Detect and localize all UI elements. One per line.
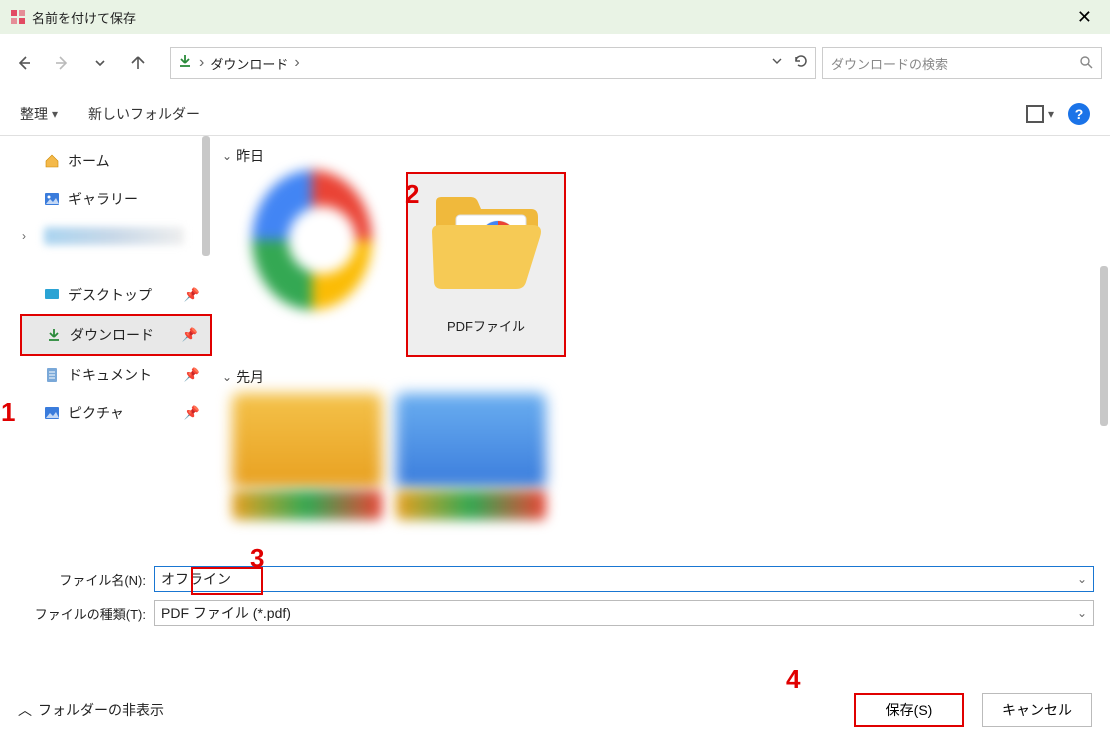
filename-input[interactable]: オフライン ⌄ — [154, 566, 1094, 592]
sidebar-item-documents[interactable]: ドキュメント 📌 — [20, 356, 212, 394]
new-folder-button[interactable]: 新しいフォルダー — [88, 104, 200, 124]
breadcrumb-sep: › — [199, 54, 204, 72]
organize-label: 整理 — [20, 104, 48, 124]
chevron-down-icon[interactable]: ⌄ — [1077, 606, 1087, 620]
filename-row: ファイル名(N): オフライン ⌄ — [0, 562, 1110, 596]
toolbar-row: 整理 ▾ 新しいフォルダー ▾ ? — [0, 92, 1110, 136]
pin-icon[interactable]: 📌 — [184, 367, 200, 383]
section-lastmonth[interactable]: ⌄ 先月 — [222, 367, 1100, 387]
forward-button[interactable] — [46, 47, 78, 79]
annotation-marker-3: 3 — [250, 543, 264, 574]
help-button[interactable]: ? — [1068, 103, 1090, 125]
pin-icon[interactable]: 📌 — [182, 327, 198, 343]
sidebar-label: ギャラリー — [68, 189, 138, 209]
sidebar-item-downloads[interactable]: ダウンロード 📌 — [20, 314, 212, 356]
view-mode-button[interactable]: ▾ — [1026, 105, 1054, 123]
up-button[interactable] — [122, 47, 154, 79]
address-bar[interactable]: › ダウンロード › — [170, 47, 816, 79]
section-label: 先月 — [236, 367, 264, 387]
footer: ︿ フォルダーの非表示 保存(S) キャンセル — [0, 679, 1110, 741]
downloads-icon — [177, 53, 193, 74]
sidebar-label: デスクトップ — [68, 285, 152, 305]
content-scrollbar[interactable] — [1100, 266, 1108, 426]
chevron-down-icon: ⌄ — [222, 149, 232, 163]
content-pane: ⌄ 昨日 — [212, 136, 1110, 556]
sidebar-label: ホーム — [68, 151, 110, 171]
nav-row: › ダウンロード › ダウンロードの検索 — [0, 34, 1110, 92]
expand-icon[interactable]: › — [22, 229, 26, 243]
save-button[interactable]: 保存(S) — [854, 693, 964, 727]
sidebar-item-cloud[interactable]: › — [20, 218, 212, 254]
blurred-files-row — [232, 393, 1100, 488]
sidebar-item-desktop[interactable]: デスクトップ 📌 — [20, 276, 212, 314]
main-area: ホーム ギャラリー › デスクトップ 📌 ダウンロード 📌 — [0, 136, 1110, 556]
recent-dropdown[interactable] — [84, 47, 116, 79]
hide-folders-label: フォルダーの非表示 — [38, 700, 164, 720]
address-dropdown[interactable] — [771, 54, 783, 72]
hide-folders-toggle[interactable]: ︿ フォルダーの非表示 — [18, 700, 164, 720]
blurred-item — [44, 227, 184, 245]
chevron-up-icon: ︿ — [18, 700, 32, 720]
refresh-button[interactable] — [793, 53, 809, 74]
window-title: 名前を付けて保存 — [32, 8, 136, 27]
sidebar-label: ドキュメント — [68, 365, 152, 385]
sidebar-label: ピクチャ — [68, 403, 124, 423]
chevron-down-icon[interactable]: ⌄ — [1077, 572, 1087, 586]
blurred-files-row-2 — [232, 490, 1100, 520]
search-input[interactable]: ダウンロードの検索 — [822, 47, 1102, 79]
desktop-icon — [44, 287, 60, 303]
search-icon — [1079, 55, 1093, 72]
home-icon — [44, 153, 60, 169]
file-item-chrome[interactable] — [232, 172, 392, 357]
sidebar-label: ダウンロード — [70, 325, 154, 345]
sidebar-item-gallery[interactable]: ギャラリー — [20, 180, 212, 218]
organize-menu[interactable]: 整理 ▾ — [20, 104, 58, 124]
annotation-marker-1: 1 — [1, 397, 15, 428]
pin-icon[interactable]: 📌 — [184, 287, 200, 303]
pictures-icon — [44, 405, 60, 421]
titlebar: 名前を付けて保存 ✕ — [0, 0, 1110, 34]
search-placeholder-text: ダウンロードの検索 — [831, 54, 948, 73]
gallery-icon — [44, 191, 60, 207]
back-button[interactable] — [8, 47, 40, 79]
blurred-file[interactable] — [396, 490, 546, 520]
breadcrumb-sep-2: › — [294, 54, 299, 72]
blurred-file[interactable] — [232, 393, 382, 488]
filetype-value: PDF ファイル (*.pdf) — [161, 603, 291, 623]
sidebar-item-pictures[interactable]: ピクチャ 📌 — [20, 394, 212, 432]
close-button[interactable]: ✕ — [1069, 5, 1100, 30]
documents-icon — [44, 367, 60, 383]
filetype-select[interactable]: PDF ファイル (*.pdf) ⌄ — [154, 600, 1094, 626]
sidebar: ホーム ギャラリー › デスクトップ 📌 ダウンロード 📌 — [0, 136, 212, 556]
blurred-file[interactable] — [396, 393, 546, 488]
section-label: 昨日 — [236, 146, 264, 166]
folder-label: PDFファイル — [447, 316, 525, 335]
app-icon — [10, 9, 26, 25]
blurred-file[interactable] — [232, 490, 382, 520]
filename-label: ファイル名(N): — [16, 570, 146, 589]
chrome-thumb — [252, 180, 372, 300]
sidebar-item-home[interactable]: ホーム — [20, 142, 212, 180]
filetype-row: ファイルの種類(T): PDF ファイル (*.pdf) ⌄ — [0, 596, 1110, 630]
folder-item-pdf[interactable]: PDFファイル — [406, 172, 566, 357]
section-yesterday[interactable]: ⌄ 昨日 — [222, 146, 1100, 166]
view-icon — [1026, 105, 1044, 123]
pin-icon[interactable]: 📌 — [184, 405, 200, 421]
folder-icon — [426, 182, 546, 302]
cancel-button[interactable]: キャンセル — [982, 693, 1092, 727]
filetype-label: ファイルの種類(T): — [16, 604, 146, 623]
chevron-down-icon: ⌄ — [222, 370, 232, 384]
annotation-marker-2: 2 — [405, 179, 419, 210]
annotation-marker-4: 4 — [786, 664, 800, 695]
breadcrumb-location[interactable]: ダウンロード — [210, 54, 288, 73]
filename-value: オフライン — [161, 569, 231, 589]
downloads-icon — [46, 327, 62, 343]
